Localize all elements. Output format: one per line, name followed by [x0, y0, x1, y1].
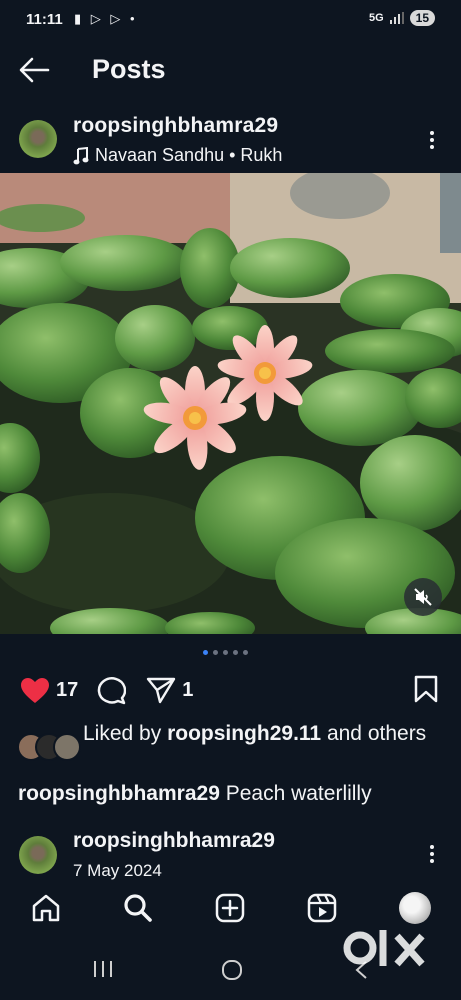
liked-by-avatars[interactable]: [17, 733, 81, 761]
post-author-username[interactable]: roopsinghbhamra29: [73, 114, 278, 138]
liked-by-prefix: Liked by: [83, 722, 168, 745]
caption-username[interactable]: roopsinghbhamra29: [18, 782, 220, 805]
carousel-dot: [213, 650, 218, 655]
status-bar: 11:11 ▮ ▷ ▷ • 5G 15: [0, 0, 461, 42]
liked-by-text[interactable]: Liked by roopsingh29.11 and others: [83, 720, 443, 747]
home-circle-icon[interactable]: [221, 959, 243, 981]
back-arrow-icon: [19, 57, 50, 83]
page-title: Posts: [92, 54, 166, 84]
share-icon[interactable]: [146, 675, 176, 705]
post-author-avatar[interactable]: [19, 120, 57, 158]
status-time: 11:11: [26, 11, 63, 28]
likes-count[interactable]: 17: [56, 679, 78, 702]
more-icon[interactable]: [424, 128, 440, 152]
status-notification-icons: ▮ ▷ ▷ •: [74, 11, 138, 26]
home-icon: [32, 894, 60, 922]
signal-icon: [389, 12, 404, 24]
nav-profile[interactable]: [399, 892, 431, 924]
bookmark-icon: [414, 675, 438, 703]
liked-by-user[interactable]: roopsingh29.11: [167, 722, 321, 745]
olx-logo: [343, 930, 425, 967]
carousel-dot: [243, 650, 248, 655]
more-icon[interactable]: [424, 842, 440, 866]
recents-icon[interactable]: [92, 960, 114, 978]
liker-avatar: [53, 733, 81, 761]
post-actions: 17 1: [20, 675, 193, 705]
carousel-dot: [233, 650, 238, 655]
reels-icon: [307, 893, 337, 923]
liked-by-suffix: and others: [321, 722, 427, 745]
nav-search[interactable]: [122, 892, 154, 924]
next-post-username[interactable]: roopsinghbhamra29: [73, 829, 275, 853]
battery-badge: 15: [409, 10, 435, 26]
search-icon: [124, 894, 152, 922]
nav-home[interactable]: [30, 892, 62, 924]
status-right: 5G 15: [369, 10, 435, 26]
shares-count[interactable]: 1: [182, 679, 193, 702]
next-post-date: 7 May 2024: [73, 861, 162, 880]
create-icon: [215, 893, 245, 923]
profile-avatar: [399, 892, 431, 924]
water-lily-illustration: [0, 173, 461, 634]
carousel-dot-active: [203, 650, 208, 655]
mute-icon: [414, 588, 432, 606]
network-icon: 5G: [368, 12, 384, 24]
music-note-icon: [73, 146, 89, 164]
caption-text: Peach waterlilly: [219, 782, 372, 805]
mute-button[interactable]: [404, 578, 442, 616]
bookmark-button[interactable]: [413, 675, 439, 708]
carousel-dot: [223, 650, 228, 655]
post-music[interactable]: Navaan Sandhu • Rukh: [73, 145, 282, 166]
post-caption: roopsinghbhamra29 Peach waterlilly: [18, 782, 458, 806]
carousel-indicator: [203, 650, 248, 655]
comment-icon[interactable]: [96, 675, 127, 705]
post-music-label: Navaan Sandhu • Rukh: [95, 145, 283, 165]
nav-reels[interactable]: [306, 892, 338, 924]
olx-watermark: [342, 924, 432, 972]
back-button[interactable]: [18, 56, 54, 86]
heart-icon[interactable]: [20, 677, 50, 704]
next-post-avatar[interactable]: [19, 836, 57, 874]
nav-create[interactable]: [214, 892, 246, 924]
post-image[interactable]: [0, 173, 461, 634]
